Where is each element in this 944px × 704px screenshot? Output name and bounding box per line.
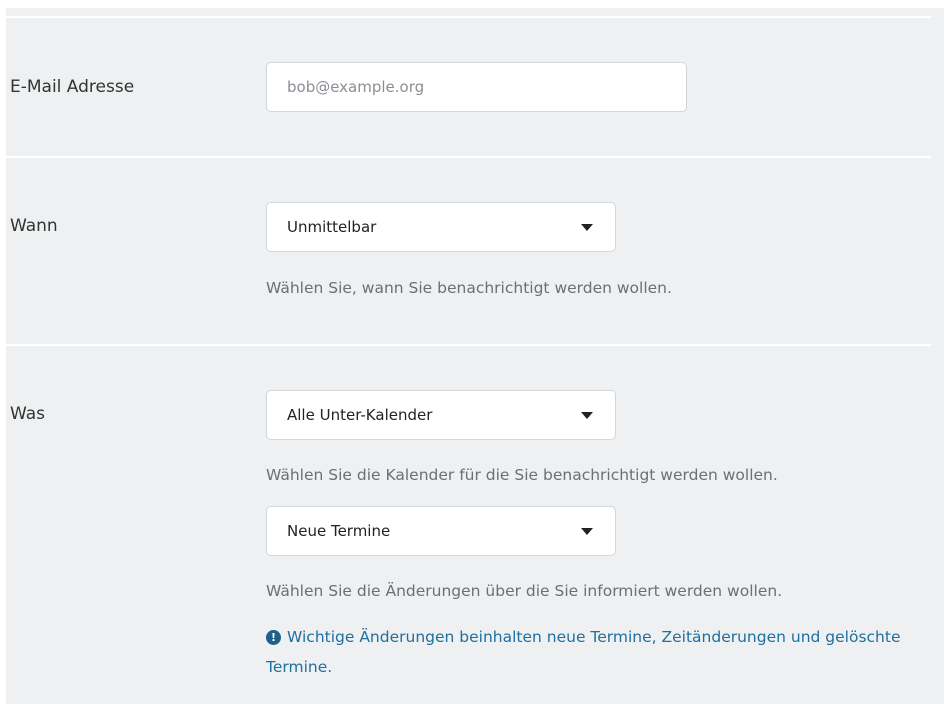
when-select[interactable]: Unmittelbar (266, 202, 616, 252)
calendar-select[interactable]: Alle Unter-Kalender (266, 390, 616, 440)
changes-selected-value: Neue Termine (287, 522, 391, 540)
info-note: ! Wichtige Änderungen beinhalten neue Ter… (266, 622, 931, 682)
divider (6, 344, 931, 346)
caret-down-icon (581, 527, 593, 535)
divider (6, 156, 931, 158)
when-selected-value: Unmittelbar (287, 218, 377, 236)
divider (6, 16, 931, 18)
caret-down-icon (581, 223, 593, 231)
email-label: E-Mail Adresse (10, 77, 135, 97)
changes-select[interactable]: Neue Termine (266, 506, 616, 556)
caret-down-icon (581, 411, 593, 419)
when-label: Wann (10, 216, 58, 236)
exclamation-circle-icon: ! (266, 630, 281, 645)
what-label: Was (10, 404, 45, 424)
info-text: Wichtige Änderungen beinhalten neue Term… (266, 628, 901, 676)
calendar-help-text: Wählen Sie die Kalender für die Sie bena… (266, 466, 778, 484)
email-field[interactable] (266, 62, 687, 112)
calendar-selected-value: Alle Unter-Kalender (287, 406, 433, 424)
changes-help-text: Wählen Sie die Änderungen über die Sie i… (266, 582, 783, 600)
when-help-text: Wählen Sie, wann Sie benachrichtigt werd… (266, 279, 672, 297)
